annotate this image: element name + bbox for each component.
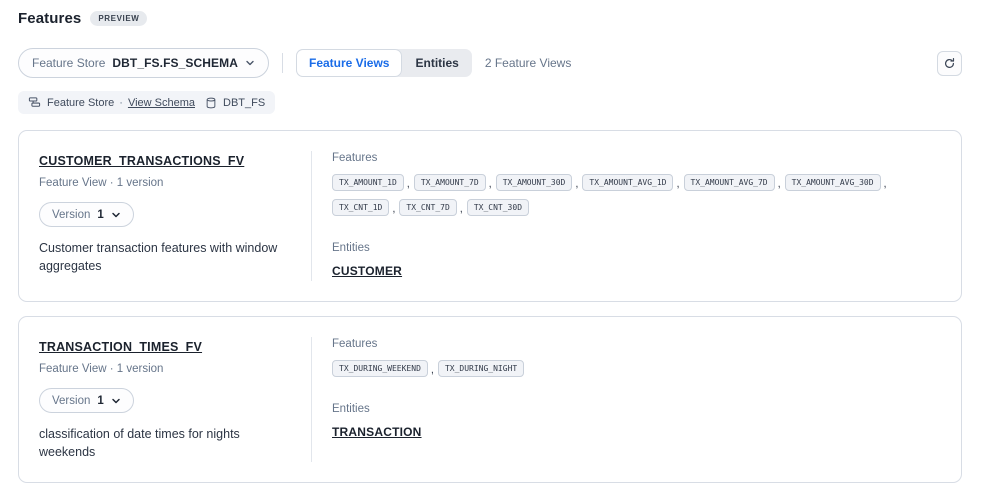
breadcrumb-separator: · bbox=[119, 97, 123, 109]
feature-view-description: Customer transaction features with windo… bbox=[39, 240, 291, 275]
entity-list: CUSTOMER bbox=[332, 262, 937, 280]
card-summary-column: CUSTOMER_TRANSACTIONS_FV Feature View · … bbox=[19, 131, 311, 301]
feature-store-select[interactable]: Feature Store DBT_FS.FS_SCHEMA bbox=[18, 48, 269, 78]
chip-separator: , bbox=[884, 178, 887, 190]
toolbar: Feature Store DBT_FS.FS_SCHEMA Feature V… bbox=[18, 48, 962, 78]
version-select-label: Version bbox=[52, 209, 90, 221]
chevron-down-icon bbox=[111, 210, 121, 220]
feature-chip: TX_AMOUNT_7D bbox=[414, 174, 486, 191]
breadcrumb: Feature Store · View Schema DBT_FS bbox=[18, 91, 275, 114]
feature-chip: TX_CNT_7D bbox=[399, 199, 456, 216]
feature-view-card: TRANSACTION_TIMES_FV Feature View · 1 ve… bbox=[18, 316, 962, 483]
feature-view-subtitle: Feature View · 1 version bbox=[39, 363, 291, 375]
card-summary-column: TRANSACTION_TIMES_FV Feature View · 1 ve… bbox=[19, 317, 311, 482]
view-tabs: Feature Views Entities bbox=[296, 49, 472, 77]
chip-separator: , bbox=[407, 178, 410, 190]
feature-chip-list: TX_DURING_WEEKEND, TX_DURING_NIGHT bbox=[332, 357, 937, 382]
entities-label: Entities bbox=[332, 242, 937, 254]
version-select-value: 1 bbox=[97, 209, 103, 221]
entities-label: Entities bbox=[332, 403, 937, 415]
chevron-down-icon bbox=[111, 396, 121, 406]
feature-view-list: CUSTOMER_TRANSACTIONS_FV Feature View · … bbox=[18, 130, 962, 483]
chip-separator: , bbox=[575, 178, 578, 190]
feature-chip: TX_CNT_1D bbox=[332, 199, 389, 216]
feature-chip: TX_DURING_WEEKEND bbox=[332, 360, 428, 377]
chip-separator: , bbox=[431, 364, 434, 376]
entity-link[interactable]: CUSTOMER bbox=[332, 264, 402, 278]
feature-chip: TX_CNT_30D bbox=[467, 199, 529, 216]
page-header: Features PREVIEW bbox=[18, 10, 962, 27]
chip-separator: , bbox=[778, 178, 781, 190]
tab-entities[interactable]: Entities bbox=[402, 49, 471, 77]
feature-view-name-link[interactable]: CUSTOMER_TRANSACTIONS_FV bbox=[39, 154, 244, 168]
feature-chip: TX_AMOUNT_30D bbox=[496, 174, 573, 191]
feature-chip: TX_DURING_NIGHT bbox=[438, 360, 524, 377]
preview-badge: PREVIEW bbox=[90, 11, 147, 26]
breadcrumb-database-name: DBT_FS bbox=[223, 97, 265, 109]
feature-chip: TX_AMOUNT_AVG_30D bbox=[785, 174, 881, 191]
version-select-value: 1 bbox=[97, 395, 103, 407]
feature-views-count: 2 Feature Views bbox=[485, 56, 572, 70]
version-select[interactable]: Version 1 bbox=[39, 202, 134, 227]
feature-store-icon bbox=[28, 96, 41, 109]
features-label: Features bbox=[332, 152, 937, 164]
feature-view-subtitle: Feature View · 1 version bbox=[39, 177, 291, 189]
page-title: Features bbox=[18, 10, 81, 27]
database-icon bbox=[205, 97, 217, 109]
chip-separator: , bbox=[489, 178, 492, 190]
feature-chip: TX_AMOUNT_AVG_1D bbox=[582, 174, 673, 191]
features-label: Features bbox=[332, 338, 937, 350]
feature-store-select-value: DBT_FS.FS_SCHEMA bbox=[112, 56, 238, 70]
breadcrumb-store-label: Feature Store bbox=[47, 97, 114, 109]
entity-list: TRANSACTION bbox=[332, 423, 937, 441]
entity-link[interactable]: TRANSACTION bbox=[332, 425, 422, 439]
refresh-icon bbox=[943, 57, 956, 70]
card-detail-column: Features TX_AMOUNT_1D,TX_AMOUNT_7D,TX_AM… bbox=[312, 131, 961, 301]
toolbar-divider bbox=[282, 53, 283, 73]
feature-view-card: CUSTOMER_TRANSACTIONS_FV Feature View · … bbox=[18, 130, 962, 302]
chip-separator: , bbox=[460, 203, 463, 215]
chip-separator: , bbox=[676, 178, 679, 190]
feature-chip: TX_AMOUNT_1D bbox=[332, 174, 404, 191]
card-detail-column: Features TX_DURING_WEEKEND, TX_DURING_NIG… bbox=[312, 317, 961, 482]
feature-chip: TX_AMOUNT_AVG_7D bbox=[684, 174, 775, 191]
version-select-label: Version bbox=[52, 395, 90, 407]
chevron-down-icon bbox=[245, 58, 255, 68]
feature-chip-list: TX_AMOUNT_1D,TX_AMOUNT_7D,TX_AMOUNT_30D,… bbox=[332, 171, 937, 221]
feature-store-select-label: Feature Store bbox=[32, 56, 105, 70]
features-page: Features PREVIEW Feature Store DBT_FS.FS… bbox=[0, 0, 985, 483]
refresh-button[interactable] bbox=[937, 51, 962, 76]
tab-feature-views[interactable]: Feature Views bbox=[296, 49, 402, 77]
chip-separator: , bbox=[392, 203, 395, 215]
version-select[interactable]: Version 1 bbox=[39, 388, 134, 413]
feature-view-name-link[interactable]: TRANSACTION_TIMES_FV bbox=[39, 340, 202, 354]
view-schema-link[interactable]: View Schema bbox=[128, 97, 195, 109]
